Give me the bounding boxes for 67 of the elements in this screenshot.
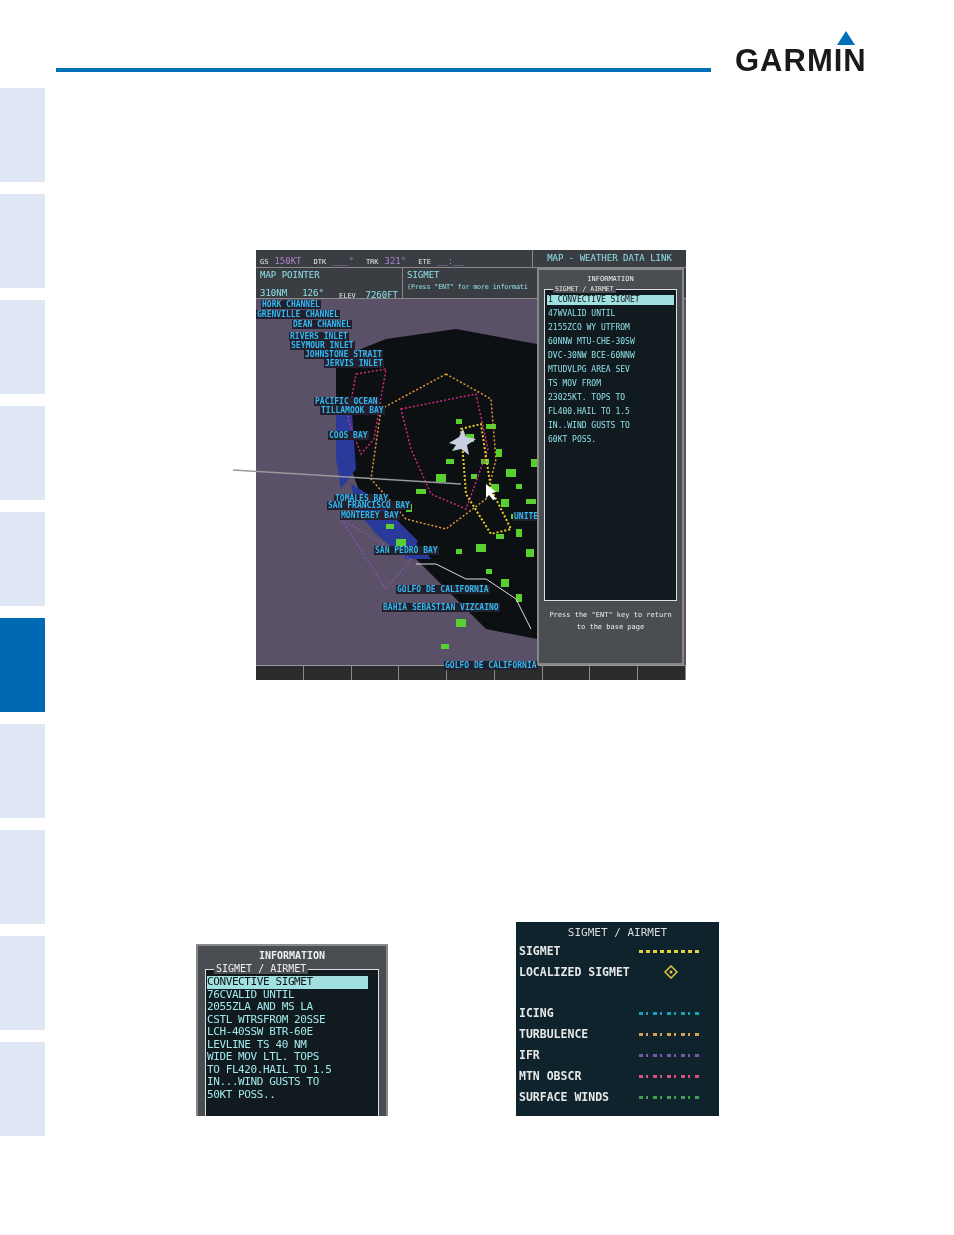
map-label: GOLFO DE CALIFORNIA bbox=[444, 661, 538, 670]
section-tab[interactable] bbox=[0, 830, 45, 924]
message-line[interactable]: LEVLINE TS 40 NM bbox=[207, 1038, 368, 1051]
map-label: JOHNSTONE STRAIT bbox=[304, 350, 384, 359]
message-line[interactable]: IN...WIND GUSTS TO bbox=[207, 1076, 368, 1089]
section-tab[interactable] bbox=[0, 406, 45, 500]
message-line[interactable]: IN..WIND GUSTS TO bbox=[547, 421, 674, 431]
section-tab[interactable] bbox=[0, 512, 45, 606]
message-line[interactable]: LCH-40SSW BTR-60E bbox=[207, 1026, 368, 1039]
map-label: BAHIA SEBASTIAN VIZCAINO bbox=[382, 603, 500, 612]
field-value: __:__ bbox=[436, 256, 464, 266]
field-value: ___° bbox=[332, 256, 354, 266]
section-tab[interactable] bbox=[0, 88, 45, 182]
legend-label: MTN OBSCR bbox=[519, 1069, 582, 1083]
message-line[interactable]: WIDE MOV LTL. TOPS bbox=[207, 1051, 368, 1064]
legend-label: ICING bbox=[519, 1006, 554, 1020]
distance-value: 310NM bbox=[260, 287, 288, 298]
elevation-value: 7260FT bbox=[365, 290, 398, 300]
field-value: 321° bbox=[384, 256, 407, 266]
map-label: GOLFO DE CALIFORNIA bbox=[396, 585, 490, 594]
message-line[interactable]: DVC-30NW BCE-60NNW bbox=[547, 351, 674, 361]
map-label: HORK CHANNEL bbox=[261, 300, 321, 309]
legend-label: SURFACE WINDS bbox=[519, 1090, 609, 1104]
message-line[interactable]: CSTL WTRSFROM 20SSE bbox=[207, 1013, 368, 1026]
message-line[interactable]: 47WVALID UNTIL bbox=[547, 309, 674, 319]
map-label: PACIFIC OCEAN bbox=[314, 397, 379, 406]
map-label: SAN PEDRO BAY bbox=[374, 546, 439, 555]
message-line[interactable]: 60KT POSS. bbox=[547, 435, 674, 445]
section-tab[interactable] bbox=[0, 936, 45, 1030]
message-line[interactable]: TO FL420.HAIL TO 1.5 bbox=[207, 1063, 368, 1076]
box-tab-label: SIGMET / AIRMET bbox=[214, 963, 309, 974]
legend-title: SIGMET / AIRMET bbox=[566, 926, 669, 939]
page-title: MAP - WEATHER DATA LINK bbox=[532, 250, 686, 267]
map-label: MONTEREY BAY bbox=[340, 511, 400, 520]
section-tab[interactable] bbox=[0, 618, 45, 712]
section-tab[interactable] bbox=[0, 1042, 45, 1136]
pointer-title: MAP POINTER bbox=[260, 270, 320, 280]
map-label: JERVIS INLET bbox=[324, 359, 384, 368]
map-label: SAN FRANCISCO BAY bbox=[327, 501, 411, 510]
message-line[interactable]: 60NNW MTU-CHE-30SW bbox=[547, 337, 674, 347]
section-tab[interactable] bbox=[0, 300, 45, 394]
map-label: TILLAMOOK BAY bbox=[320, 406, 385, 415]
bearing-value: 126° bbox=[302, 287, 324, 298]
legend-label: SIGMET bbox=[519, 944, 561, 958]
panel-title: INFORMATION bbox=[258, 950, 326, 961]
legend-label: IFR bbox=[519, 1048, 540, 1062]
message-line[interactable]: 76CVALID UNTIL bbox=[207, 988, 368, 1001]
section-tab[interactable] bbox=[0, 724, 45, 818]
legend-label: TURBULENCE bbox=[519, 1027, 589, 1041]
message-line[interactable]: MTUDVLPG AREA SEV bbox=[547, 365, 674, 375]
map-label: RIVERS INLET bbox=[289, 332, 349, 341]
legend-label: LOCALIZED SIGMET bbox=[519, 965, 630, 979]
sigmet-title: SIGMET bbox=[407, 270, 440, 280]
map-label: DEAN CHANNEL bbox=[292, 320, 352, 329]
message-line[interactable]: 2055ZLA AND MS LA bbox=[207, 1001, 368, 1014]
message-line[interactable]: FL400.HAIL TO 1.5 bbox=[547, 407, 674, 417]
brand-logo: GARMIN bbox=[735, 45, 867, 76]
message-line[interactable]: 23025KT. TOPS TO bbox=[547, 393, 674, 403]
triangle-logo-icon bbox=[836, 31, 855, 45]
section-tab[interactable] bbox=[0, 194, 45, 288]
message-line[interactable]: TS MOV FROM bbox=[547, 379, 674, 389]
map-label: GRENVILLE CHANNEL bbox=[256, 310, 340, 319]
map-label: COOS BAY bbox=[328, 431, 369, 440]
field-value: 150KT bbox=[274, 256, 302, 266]
map-label: SEYMOUR INLET bbox=[290, 341, 355, 350]
message-line[interactable]: 50KT POSS.. bbox=[207, 1088, 368, 1101]
message-line[interactable]: 2155ZCO WY UTFROM bbox=[547, 323, 674, 333]
